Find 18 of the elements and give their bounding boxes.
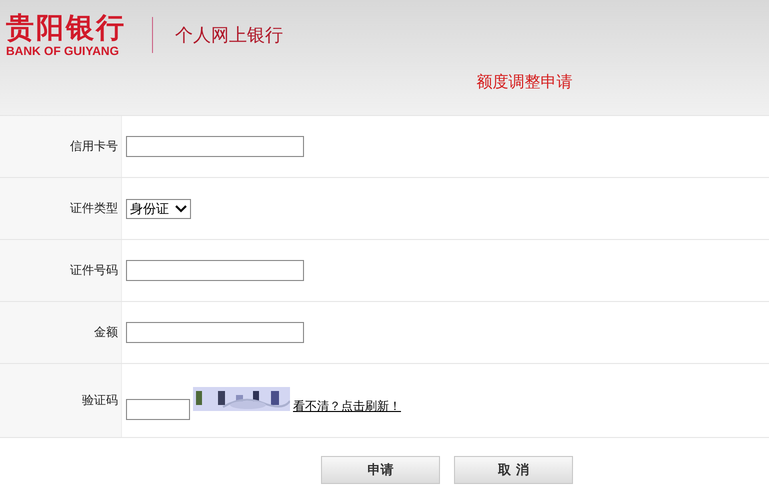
field-label: 证件类型	[70, 200, 118, 217]
dropdown[interactable]: 身份证	[126, 198, 191, 218]
field-label: 信用卡号	[70, 138, 118, 155]
page-title: 额度调整申请	[476, 72, 572, 93]
field-label: 金额	[94, 324, 118, 341]
logo-text: 贵阳银行	[6, 12, 126, 44]
logo-subtitle: BANK OF GUIYANG	[6, 44, 120, 58]
refresh-link[interactable]: 看不清？点击刷新！	[293, 398, 401, 415]
input-field[interactable]	[126, 322, 304, 343]
field-label: 证件号码	[70, 262, 118, 279]
input-field[interactable]	[126, 136, 304, 157]
form-button[interactable]: 申请	[321, 456, 440, 484]
field-label: 验证码	[82, 392, 118, 409]
input-field[interactable]	[126, 260, 304, 281]
input-field[interactable]	[126, 399, 190, 420]
caret-icon	[175, 204, 187, 212]
site-title: 个人网上银行	[175, 24, 283, 47]
form-button[interactable]: 取 消	[454, 456, 573, 484]
